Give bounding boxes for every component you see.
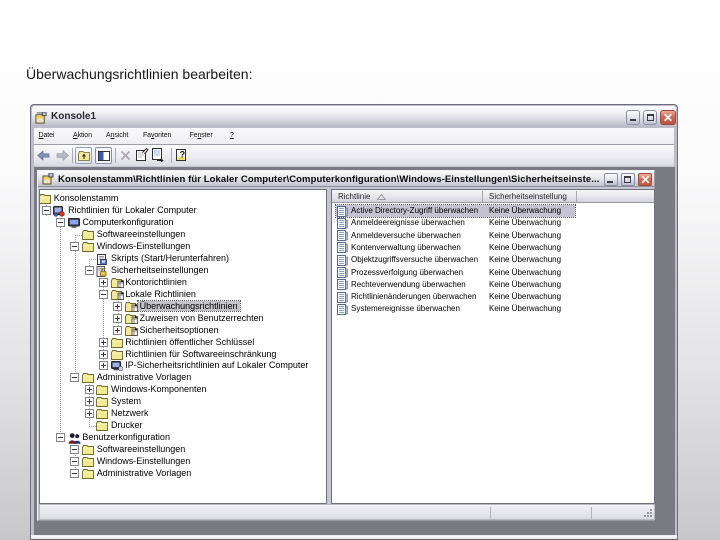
svg-text:?: ? xyxy=(180,150,186,160)
